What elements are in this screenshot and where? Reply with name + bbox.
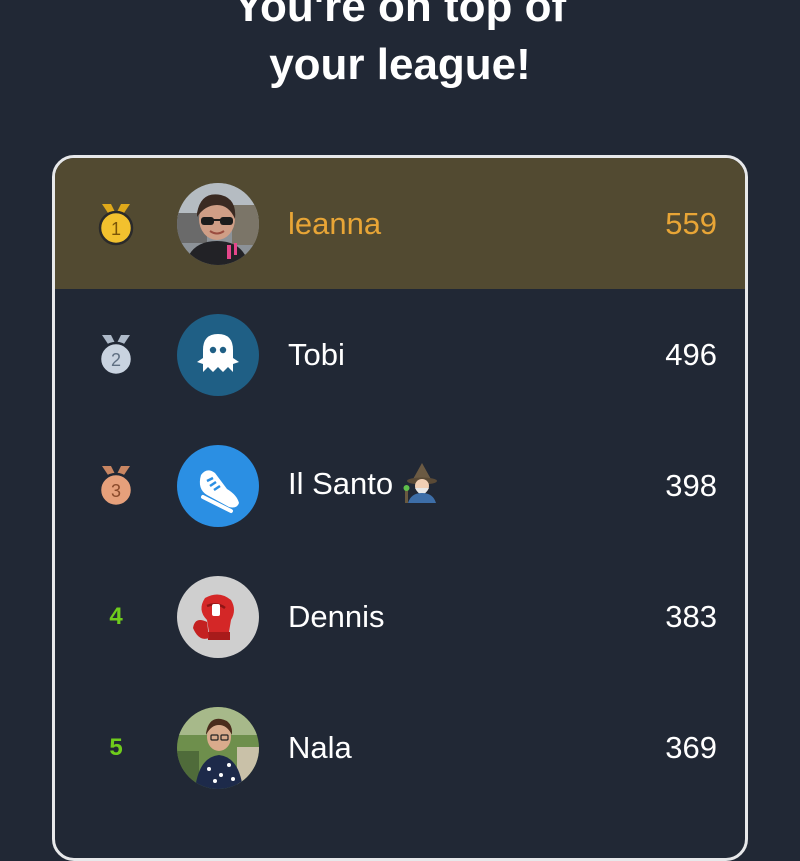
bronze-medal-icon: 3 — [93, 463, 139, 509]
player-score: 559 — [665, 205, 717, 241]
leaderboard-card: 1 leanna 559 2 Tobi 496 3 Il Santo 398 4… — [52, 155, 748, 861]
svg-text:3: 3 — [111, 481, 121, 501]
boxing-glove-avatar[interactable] — [177, 575, 259, 658]
svg-text:1: 1 — [111, 219, 121, 239]
player-name: leanna — [288, 205, 382, 241]
headline-line-1: You're on top of — [233, 0, 567, 31]
leaderboard-row[interactable]: 3 Il Santo 398 — [55, 420, 745, 551]
headline-line-2: your league! — [269, 40, 531, 89]
leaderboard-row[interactable]: 2 Tobi 496 — [55, 289, 745, 420]
leaderboard-row[interactable]: 5 Nala 369 — [55, 682, 745, 813]
gold-medal-icon: 1 — [93, 201, 139, 247]
leaderboard-row-current-user[interactable]: 1 leanna 559 — [55, 158, 745, 289]
player-name: Nala — [288, 729, 352, 765]
headline: You're on top of your league! — [0, 0, 800, 94]
player-name: Tobi — [288, 336, 345, 372]
rank-number: 5 — [109, 733, 123, 761]
avatar-nala[interactable] — [177, 706, 259, 789]
player-score: 398 — [665, 467, 717, 503]
avatar-leanna[interactable] — [177, 182, 259, 265]
silver-medal-icon: 2 — [93, 332, 139, 378]
wizard-emoji-icon — [403, 461, 441, 511]
player-score: 496 — [665, 336, 717, 372]
svg-text:2: 2 — [111, 350, 121, 370]
ghost-avatar[interactable] — [177, 313, 259, 396]
sneaker-avatar[interactable] — [177, 444, 259, 527]
player-score: 383 — [665, 598, 717, 634]
player-name: Il Santo — [288, 461, 441, 511]
leaderboard-row[interactable]: 4 Dennis 383 — [55, 551, 745, 682]
rank-number: 4 — [109, 602, 123, 630]
player-name: Dennis — [288, 598, 385, 634]
player-score: 369 — [665, 729, 717, 765]
player-name-text: Il Santo — [288, 465, 394, 501]
